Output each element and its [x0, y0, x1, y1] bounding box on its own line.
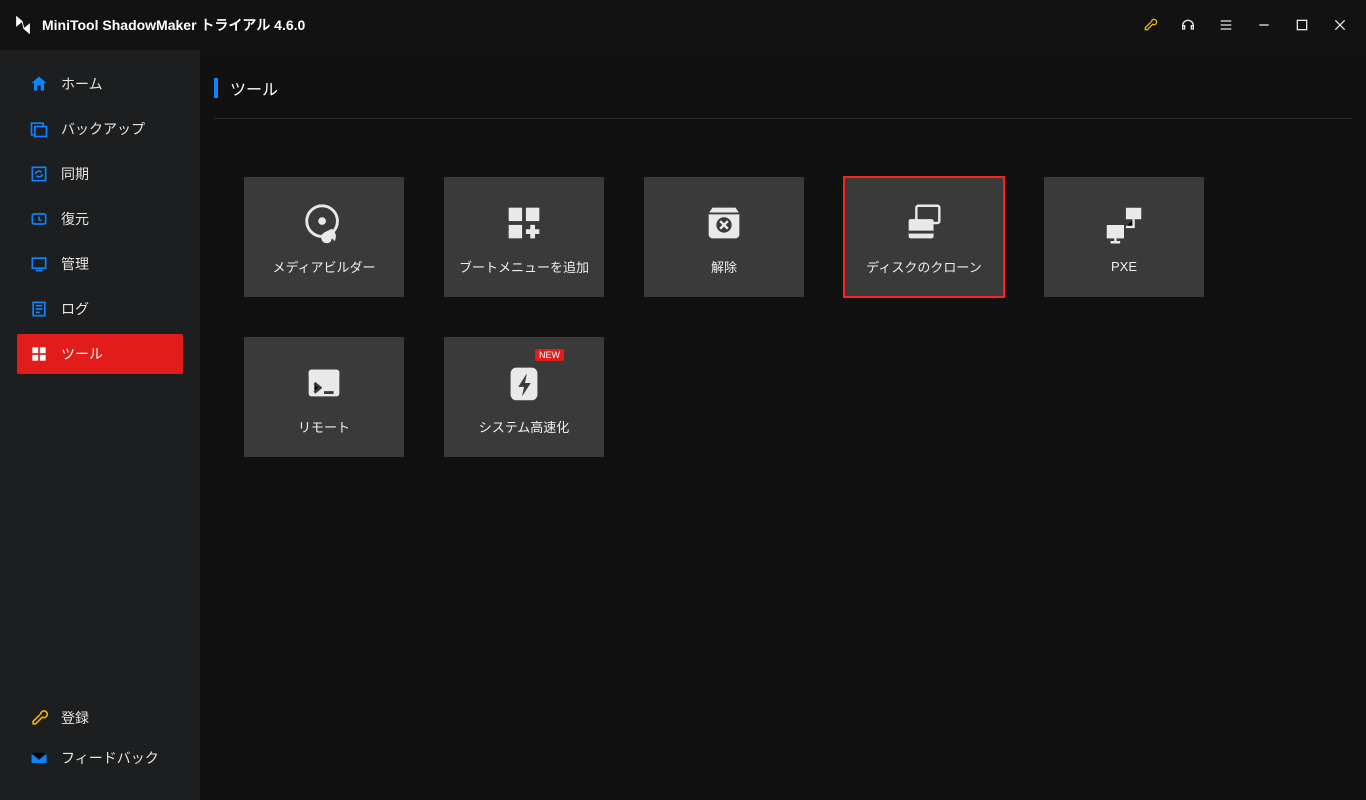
nav-list: ホーム バックアップ 同期 復元 [0, 64, 200, 690]
maximize-icon[interactable] [1288, 11, 1316, 39]
tool-pxe[interactable]: PXE [1044, 177, 1204, 297]
sidebar-item-tools[interactable]: ツール [17, 334, 183, 374]
tool-grid: メディアビルダー ブートメニューを追加 解除 ディスクのクローン [214, 177, 1352, 457]
key-icon [29, 708, 49, 728]
backup-icon [29, 119, 49, 139]
disk-clone-icon [901, 199, 947, 247]
restore-icon [29, 209, 49, 229]
tool-label: システム高速化 [479, 417, 570, 436]
sidebar-item-label: ツール [61, 344, 103, 364]
manage-icon [29, 254, 49, 274]
sidebar-item-register[interactable]: 登録 [17, 698, 183, 738]
tool-label: PXE [1111, 259, 1137, 274]
tool-label: リモート [298, 417, 350, 436]
sync-icon [29, 164, 49, 184]
sidebar-item-restore[interactable]: 復元 [17, 199, 183, 239]
sidebar-item-label: バックアップ [61, 119, 145, 139]
tool-system-speedup[interactable]: NEW システム高速化 [444, 337, 604, 457]
tool-remote[interactable]: リモート [244, 337, 404, 457]
page-header: ツール [214, 76, 1352, 119]
tool-label: ブートメニューを追加 [459, 257, 589, 276]
tool-media-builder[interactable]: メディアビルダー [244, 177, 404, 297]
titlebar: MiniTool ShadowMaker トライアル 4.6.0 [0, 0, 1366, 50]
sidebar-item-label: 管理 [61, 254, 89, 274]
sidebar-item-sync[interactable]: 同期 [17, 154, 183, 194]
menu-icon[interactable] [1212, 11, 1240, 39]
sidebar-item-label: 復元 [61, 209, 89, 229]
sidebar-bottom: 登録 フィードバック [0, 690, 200, 800]
app-logo-icon [12, 14, 34, 36]
sidebar-item-home[interactable]: ホーム [17, 64, 183, 104]
mail-icon [29, 748, 49, 768]
box-x-icon [701, 199, 747, 247]
sidebar: ホーム バックアップ 同期 復元 [0, 50, 200, 800]
grid-plus-icon [501, 199, 547, 247]
terminal-icon [301, 359, 347, 407]
sidebar-item-feedback[interactable]: フィードバック [17, 738, 183, 778]
log-icon [29, 299, 49, 319]
close-icon[interactable] [1326, 11, 1354, 39]
tool-disk-clone[interactable]: ディスクのクローン [844, 177, 1004, 297]
sidebar-item-log[interactable]: ログ [17, 289, 183, 329]
key-icon[interactable] [1136, 11, 1164, 39]
tool-label: ディスクのクローン [866, 257, 981, 276]
minimize-icon[interactable] [1250, 11, 1278, 39]
page-title: ツール [230, 76, 278, 100]
tools-icon [29, 344, 49, 364]
sidebar-item-label: 同期 [61, 164, 89, 184]
header-accent-bar [214, 78, 218, 98]
tool-label: メディアビルダー [272, 257, 375, 276]
disc-fire-icon [301, 199, 347, 247]
sidebar-item-manage[interactable]: 管理 [17, 244, 183, 284]
tool-label: 解除 [711, 257, 737, 276]
speed-icon [501, 359, 547, 407]
sidebar-item-label: フィードバック [61, 748, 159, 768]
app-title: MiniTool ShadowMaker トライアル 4.6.0 [42, 15, 305, 35]
network-icon [1101, 201, 1147, 249]
sidebar-item-backup[interactable]: バックアップ [17, 109, 183, 149]
sidebar-item-label: ホーム [61, 74, 103, 94]
main-content: ツール メディアビルダー ブートメニューを追加 解除 [200, 50, 1366, 800]
sidebar-item-label: ログ [61, 299, 89, 319]
tool-unlock[interactable]: 解除 [644, 177, 804, 297]
headset-icon[interactable] [1174, 11, 1202, 39]
tool-add-boot-menu[interactable]: ブートメニューを追加 [444, 177, 604, 297]
sidebar-item-label: 登録 [61, 708, 89, 728]
home-icon [29, 74, 49, 94]
new-badge: NEW [535, 349, 564, 361]
